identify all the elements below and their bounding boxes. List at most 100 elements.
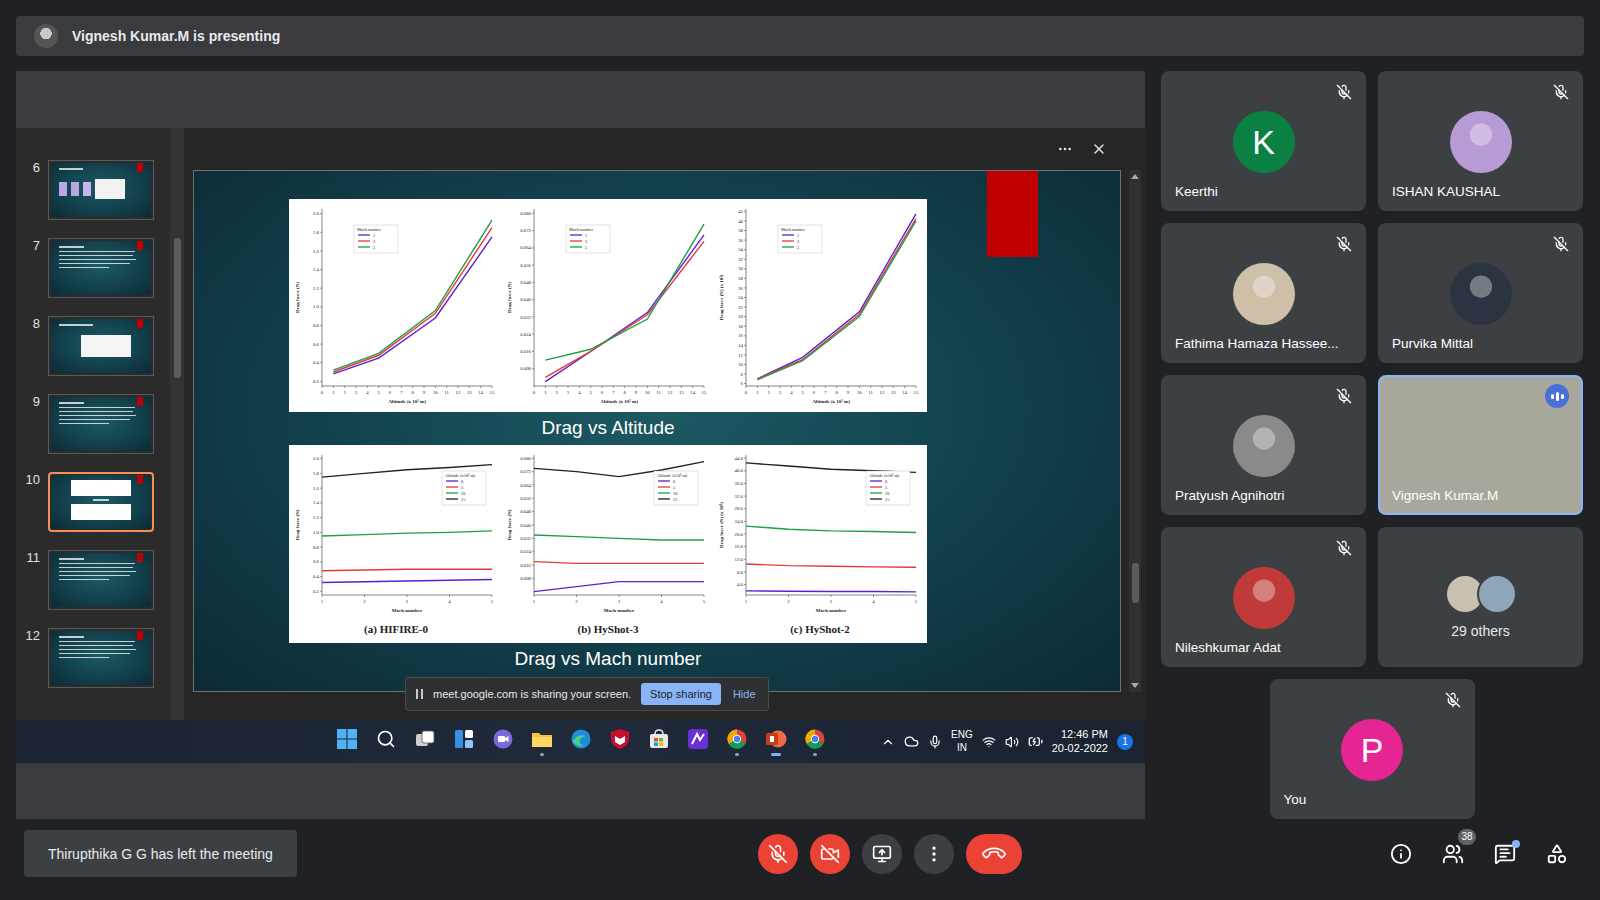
svg-text:12: 12 xyxy=(456,390,461,395)
slide-thumbnail-row[interactable]: 8 xyxy=(22,316,170,376)
meeting-details-button[interactable] xyxy=(1388,841,1414,867)
slide-thumbnail[interactable] xyxy=(48,238,154,298)
svg-text:0.2: 0.2 xyxy=(313,589,320,594)
y-tick: 0.008 xyxy=(520,366,534,371)
cloud-icon[interactable] xyxy=(904,734,919,749)
mcafee-icon[interactable] xyxy=(609,728,631,750)
chrome-icon[interactable] xyxy=(726,728,748,750)
svg-text:0.016: 0.016 xyxy=(520,563,531,568)
close-icon[interactable] xyxy=(1091,141,1107,157)
others-tile[interactable]: 29 others xyxy=(1378,527,1583,667)
participant-tile[interactable]: ISHAN KAUSHAL xyxy=(1378,71,1583,211)
windows-start-icon[interactable] xyxy=(336,728,358,750)
participant-tile[interactable]: KKeerthi xyxy=(1161,71,1366,211)
slide-thumbnail[interactable] xyxy=(48,316,154,376)
slide-thumbnail-row[interactable]: 7 xyxy=(22,238,170,298)
participant-tile[interactable]: Vignesh Kumar.M xyxy=(1378,375,1583,515)
chrome-icon[interactable] xyxy=(804,728,826,750)
y-tick: 0.080 xyxy=(520,456,534,461)
meet-window: Vignesh Kumar.M is presenting67891011120… xyxy=(0,0,1600,900)
participant-tile[interactable]: Nileshkumar Adat xyxy=(1161,527,1366,667)
store-icon[interactable] xyxy=(648,728,670,750)
y-tick: 0.6 xyxy=(313,342,322,347)
more-options-button[interactable] xyxy=(914,834,954,874)
y-tick: 0.8 xyxy=(313,545,322,550)
task-view-icon[interactable] xyxy=(414,728,436,750)
microphone-icon[interactable] xyxy=(928,735,942,749)
slide-thumbnail-row[interactable]: 12 xyxy=(22,628,170,688)
y-tick: 0.032 xyxy=(520,315,534,320)
powerpoint-icon[interactable] xyxy=(765,728,787,750)
taskbar-app[interactable] xyxy=(764,726,788,758)
svg-text:5: 5 xyxy=(801,390,804,395)
thumbnail-scrollbar[interactable] xyxy=(170,128,184,720)
taskbar-app[interactable] xyxy=(725,726,749,758)
slide-thumbnail-row[interactable]: 6 xyxy=(22,160,170,220)
participant-tile[interactable]: Purvika Mittal xyxy=(1378,223,1583,363)
avatar: K xyxy=(1233,111,1295,173)
taskbar-app[interactable] xyxy=(335,726,359,758)
taskbar-app[interactable] xyxy=(569,726,593,758)
slide-thumbnail[interactable] xyxy=(48,394,154,454)
taskbar-app[interactable] xyxy=(608,726,632,758)
slide-thumbnail-row[interactable]: 10 xyxy=(22,472,170,532)
edge-icon[interactable] xyxy=(570,728,592,750)
series-line xyxy=(545,235,704,382)
app-icon[interactable] xyxy=(687,728,709,750)
svg-text:5: 5 xyxy=(885,485,887,490)
taskbar-app[interactable] xyxy=(374,726,398,758)
svg-text:4: 4 xyxy=(872,599,875,604)
widgets-icon[interactable] xyxy=(453,728,475,750)
series-line xyxy=(322,569,492,570)
mic-off-icon xyxy=(1336,540,1352,556)
participant-tile[interactable]: Pratyush Agnihotri xyxy=(1161,375,1366,515)
svg-text:2.0: 2.0 xyxy=(313,211,320,216)
hide-button[interactable]: Hide xyxy=(731,688,758,700)
taskbar-app[interactable] xyxy=(803,726,827,758)
taskbar-app[interactable] xyxy=(452,726,476,758)
series-line xyxy=(757,219,916,379)
x-tick: 3 xyxy=(830,595,833,604)
chart-legend: Altitude (x10³ m)051015 xyxy=(654,471,698,505)
x-tick: 12 xyxy=(456,386,461,395)
y-tick: 16 xyxy=(738,333,746,338)
slide-scrollbar[interactable] xyxy=(1129,170,1141,692)
svg-text:0: 0 xyxy=(885,479,887,484)
chevron-up-icon[interactable] xyxy=(881,735,895,749)
taskbar-app[interactable] xyxy=(686,726,710,758)
taskbar-app[interactable] xyxy=(530,726,554,758)
self-tile[interactable]: PYou xyxy=(1270,679,1475,819)
chart-cell: 0.20.40.60.81.01.21.41.61.82.012345Drag … xyxy=(290,445,502,643)
camera-button[interactable] xyxy=(810,834,850,874)
taskbar-app[interactable] xyxy=(647,726,671,758)
clock[interactable]: 12:46 PM20-02-2022 xyxy=(1052,728,1108,756)
slide-thumbnail-row[interactable]: 11 xyxy=(22,550,170,610)
taskbar-app[interactable] xyxy=(413,726,437,758)
participant-tile[interactable]: Fathima Hamaza Hassee... xyxy=(1161,223,1366,363)
people-button[interactable]: 38 xyxy=(1440,841,1466,867)
search-icon[interactable] xyxy=(376,729,396,749)
file-explorer-icon[interactable] xyxy=(531,728,553,750)
slide-thumbnail[interactable] xyxy=(48,628,154,688)
slide-thumbnail[interactable] xyxy=(48,550,154,610)
speaker-icon[interactable] xyxy=(1005,735,1019,749)
language-indicator[interactable]: ENGIN xyxy=(951,729,973,754)
slide-thumbnail-row[interactable]: 9 xyxy=(22,394,170,454)
present-button[interactable] xyxy=(862,834,902,874)
teams-chat-icon[interactable] xyxy=(492,728,514,750)
wifi-icon[interactable] xyxy=(982,735,996,749)
leave-call-button[interactable] xyxy=(966,834,1022,874)
x-tick: 14 xyxy=(902,386,907,395)
stop-sharing-button[interactable]: Stop sharing xyxy=(641,683,721,705)
mic-button[interactable] xyxy=(758,834,798,874)
taskbar-app[interactable] xyxy=(491,726,515,758)
activities-button[interactable] xyxy=(1544,841,1570,867)
slide-thumbnail[interactable] xyxy=(48,160,154,220)
chat-button[interactable] xyxy=(1492,841,1518,867)
y-tick: 0.8 xyxy=(313,323,322,328)
notification-badge[interactable]: 1 xyxy=(1117,734,1133,750)
slide-thumbnail[interactable] xyxy=(48,472,154,532)
more-options-icon[interactable] xyxy=(1057,141,1073,157)
battery-icon[interactable] xyxy=(1028,734,1043,749)
avatar-photo xyxy=(1450,263,1512,325)
